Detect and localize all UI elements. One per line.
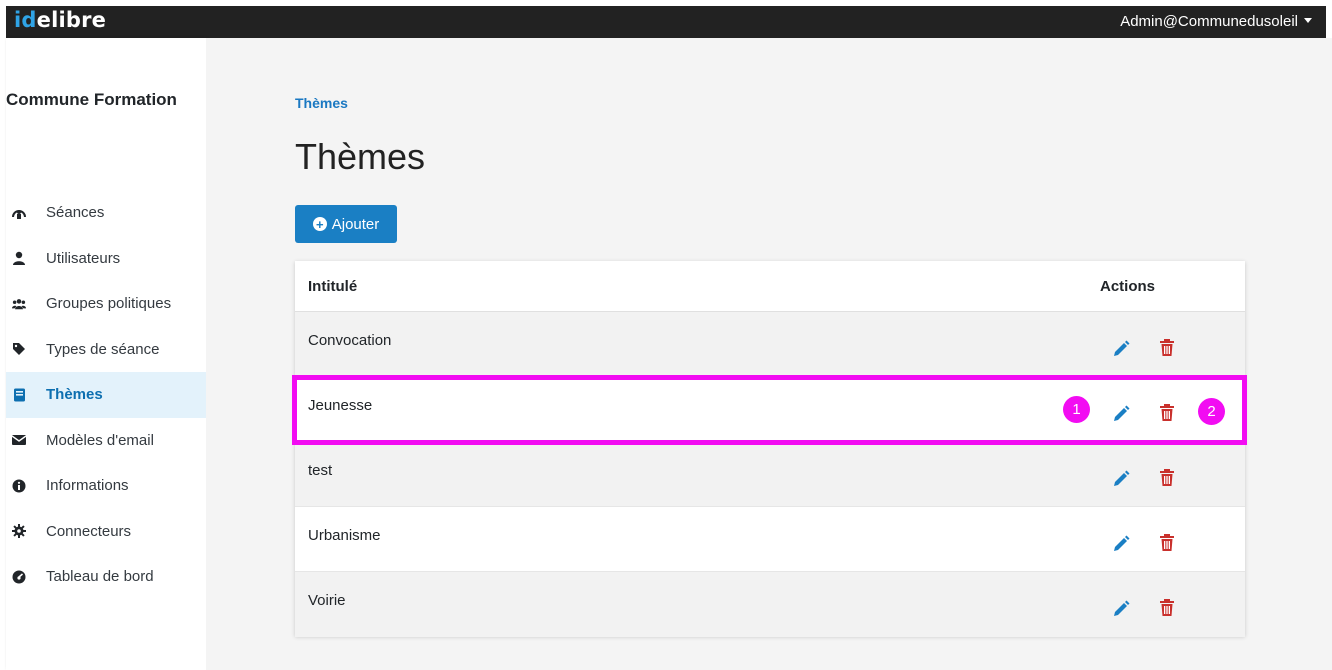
sidebar-item-informations[interactable]: Informations — [6, 463, 206, 509]
trash-icon[interactable] — [1159, 339, 1175, 357]
envelope-icon — [12, 433, 26, 447]
sidebar-item-label: Thèmes — [46, 386, 103, 404]
navbar-bar: idelibre Admin@Communedusoleil — [6, 6, 1326, 38]
caret-down-icon — [1304, 17, 1312, 23]
table-row: Jeunesse — [295, 377, 1245, 442]
sidebar-item-label: Modèles d'email — [46, 431, 154, 449]
pencil-icon[interactable] — [1112, 535, 1130, 553]
add-button[interactable]: + Ajouter — [295, 205, 397, 243]
podium-icon — [12, 206, 26, 220]
add-button-label: Ajouter — [331, 215, 380, 233]
users-icon — [12, 297, 26, 311]
column-header-actions: Actions — [1100, 278, 1156, 295]
row-title: Urbanisme — [308, 527, 381, 544]
user-menu-dropdown[interactable]: Admin@Communedusoleil — [1120, 13, 1312, 30]
sidebar-item-label: Connecteurs — [46, 522, 132, 540]
sidebar-item-label: Types de séance — [46, 340, 160, 358]
pencil-icon[interactable] — [1112, 600, 1130, 618]
sidebar-item-tableau-de-bord[interactable]: Tableau de bord — [6, 554, 206, 600]
page-title: Thèmes — [295, 136, 426, 177]
table-row: Voirie — [295, 572, 1245, 637]
brand-logo[interactable]: idelibre — [14, 8, 106, 32]
book-icon — [12, 388, 26, 402]
trash-icon[interactable] — [1159, 404, 1175, 422]
table-header: Intitulé Actions — [295, 261, 1245, 312]
table-row: Convocation — [295, 312, 1245, 377]
row-title: Voirie — [308, 592, 346, 609]
tag-icon — [12, 342, 26, 356]
themes-table: Intitulé Actions Convocation Jeunesse te… — [295, 261, 1245, 637]
pencil-icon[interactable] — [1112, 405, 1130, 423]
trash-icon[interactable] — [1159, 599, 1175, 617]
sidebar-item-groupes-politiques[interactable]: Groupes politiques — [6, 281, 206, 327]
row-title: Jeunesse — [308, 397, 373, 414]
plus-circle-icon: + — [312, 217, 327, 231]
sidebar-nav: Séances Utilisateurs Groupes politiques … — [6, 190, 206, 600]
organization-name: Commune Formation — [6, 90, 177, 109]
main-content: Thèmes Thèmes + Ajouter Intitulé Actions … — [206, 38, 1332, 670]
top-navbar: idelibre Admin@Communedusoleil — [0, 0, 1332, 38]
column-header-intitule: Intitulé — [308, 278, 358, 295]
dashboard-icon — [12, 570, 26, 584]
sidebar-item-modeles-email[interactable]: Modèles d'email — [6, 418, 206, 464]
trash-icon[interactable] — [1159, 469, 1175, 487]
user-menu-label: Admin@Communedusoleil — [1120, 13, 1298, 30]
sidebar-item-connecteurs[interactable]: Connecteurs — [6, 509, 206, 555]
breadcrumb[interactable]: Thèmes — [295, 95, 348, 111]
sidebar: Commune Formation Séances Utilisateurs G… — [6, 38, 206, 670]
info-circle-icon — [12, 479, 26, 493]
row-title: test — [308, 462, 333, 479]
row-title: Convocation — [308, 332, 392, 349]
table-row: test — [295, 442, 1245, 507]
sidebar-item-label: Informations — [46, 477, 129, 495]
sidebar-item-utilisateurs[interactable]: Utilisateurs — [6, 236, 206, 282]
user-icon — [12, 251, 26, 266]
annotation-badge-2: 2 — [1198, 398, 1225, 425]
brand-accent: id — [14, 8, 37, 32]
sidebar-item-label: Tableau de bord — [46, 568, 154, 586]
sidebar-item-types-de-seance[interactable]: Types de séance — [6, 327, 206, 373]
gear-icon — [12, 524, 26, 539]
sidebar-item-label: Séances — [46, 204, 105, 222]
annotation-badge-1: 1 — [1063, 396, 1090, 423]
sidebar-item-themes[interactable]: Thèmes — [6, 372, 206, 418]
brand-rest: elibre — [36, 8, 107, 32]
pencil-icon[interactable] — [1112, 340, 1130, 358]
table-row: Urbanisme — [295, 507, 1245, 572]
pencil-icon[interactable] — [1112, 470, 1130, 488]
sidebar-item-label: Groupes politiques — [46, 295, 172, 313]
trash-icon[interactable] — [1159, 534, 1175, 552]
sidebar-item-label: Utilisateurs — [46, 249, 121, 267]
sidebar-item-seances[interactable]: Séances — [6, 190, 206, 236]
